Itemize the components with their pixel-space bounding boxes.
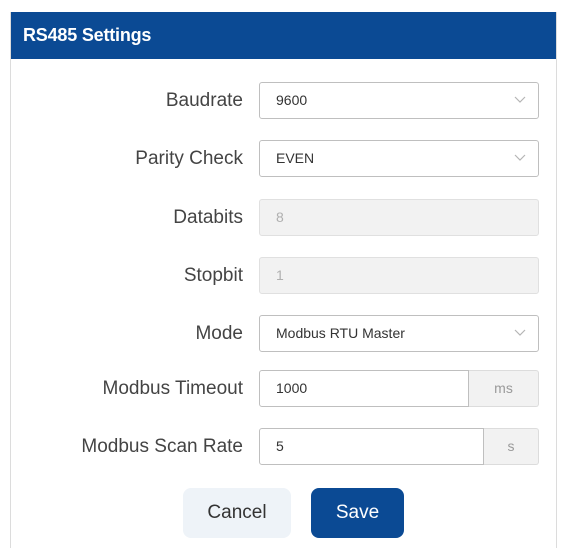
stopbit-row: Stopbit 1 (11, 257, 556, 294)
dialog-header: RS485 Settings (11, 12, 556, 59)
timeout-unit: ms (494, 380, 513, 396)
baudrate-value: 9600 (276, 92, 308, 108)
dialog-title: RS485 Settings (23, 25, 152, 45)
baudrate-row: Baudrate 9600 (11, 82, 556, 119)
timeout-input[interactable]: 1000 (259, 370, 469, 407)
parity-value: EVEN (276, 150, 315, 166)
stopbit-label: Stopbit (183, 265, 243, 286)
timeout-unit-addon: ms (469, 370, 539, 407)
scan-rate-input[interactable]: 5 (259, 428, 484, 465)
chevron-down-icon (514, 329, 526, 336)
timeout-input-group: 1000 ms (259, 370, 539, 407)
mode-select[interactable]: Modbus RTU Master (259, 315, 539, 352)
chevron-down-icon (514, 154, 526, 161)
scan-rate-input-group: 5 s (259, 428, 539, 465)
rs485-settings-dialog: RS485 Settings Baudrate 9600 Parity Chec… (10, 12, 557, 548)
databits-label: Databits (173, 207, 243, 228)
timeout-label: Modbus Timeout (102, 378, 243, 399)
save-button[interactable]: Save (311, 488, 404, 538)
stopbit-field: 1 (259, 257, 539, 294)
databits-field: 8 (259, 199, 539, 236)
parity-select[interactable]: EVEN (259, 140, 539, 177)
scan-rate-unit: s (507, 438, 515, 454)
mode-row: Mode Modbus RTU Master (11, 315, 556, 352)
databits-row: Databits 8 (11, 199, 556, 236)
parity-label: Parity Check (135, 148, 243, 169)
mode-label: Mode (195, 323, 243, 344)
chevron-down-icon (514, 96, 526, 103)
scan-rate-label: Modbus Scan Rate (81, 436, 243, 457)
mode-value: Modbus RTU Master (276, 325, 405, 341)
baudrate-label: Baudrate (165, 90, 243, 111)
baudrate-select[interactable]: 9600 (259, 82, 539, 119)
parity-row: Parity Check EVEN (11, 140, 556, 177)
scan-rate-unit-addon: s (484, 428, 539, 465)
scan-rate-value: 5 (276, 438, 284, 454)
stopbit-value: 1 (276, 267, 284, 283)
databits-value: 8 (276, 209, 284, 225)
cancel-button[interactable]: Cancel (183, 488, 291, 538)
scan-rate-row: Modbus Scan Rate 5 s (11, 428, 556, 465)
timeout-value: 1000 (276, 380, 308, 396)
timeout-row: Modbus Timeout 1000 ms (11, 370, 556, 407)
